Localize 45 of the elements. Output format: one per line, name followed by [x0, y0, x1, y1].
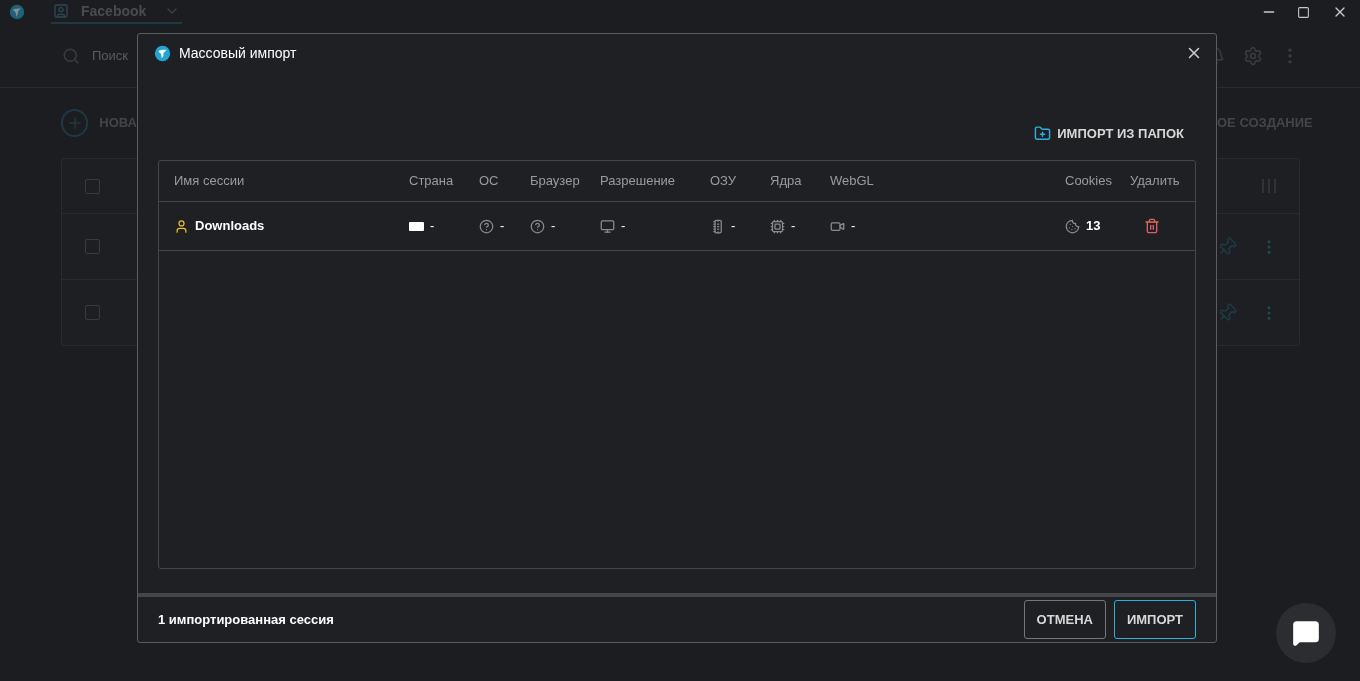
column-header: WebGL — [830, 172, 875, 191]
maximize-icon[interactable] — [1297, 5, 1310, 19]
import-button[interactable]: ИМПОРТ — [1113, 600, 1196, 639]
question-icon — [479, 218, 494, 234]
dialog-title: Массовый импорт — [179, 43, 297, 63]
table-cell-text: - — [791, 217, 796, 236]
table-cell-text: - — [430, 217, 435, 236]
table-cell-text: - — [551, 217, 556, 236]
column-header: ОЗУ — [710, 172, 738, 191]
cpu-icon — [770, 218, 785, 234]
trash-icon[interactable] — [1144, 218, 1160, 234]
monitor-icon — [600, 218, 615, 234]
cookie-icon — [1065, 218, 1080, 234]
column-header: Имя сессии — [174, 172, 246, 191]
column-header: Страна — [409, 172, 455, 191]
table-cell-text: - — [500, 217, 505, 236]
summary-text: 1 импортированная сессия — [158, 610, 334, 629]
column-header: Cookies — [1065, 172, 1113, 191]
session-name: Downloads — [195, 217, 265, 236]
memory-icon — [710, 218, 725, 234]
search-icon — [62, 46, 80, 65]
settings-icon[interactable] — [1243, 45, 1263, 66]
cancel-button[interactable]: ОТМЕНА — [1023, 600, 1106, 639]
logo-icon — [154, 44, 171, 62]
search-field[interactable]: Поиск — [92, 45, 129, 66]
checkbox[interactable] — [85, 239, 100, 254]
column-header: ОС — [479, 172, 500, 191]
checkbox[interactable] — [85, 178, 100, 194]
import-from-folders-button[interactable]: ИМПОРТ ИЗ ПАПОК — [1034, 121, 1184, 145]
column-header: Удалить — [1130, 172, 1181, 191]
table-cell-text: - — [851, 217, 856, 236]
table-cell-text: 13 — [1086, 217, 1101, 236]
person-icon — [174, 217, 189, 235]
table-cell-text: - — [731, 217, 736, 236]
folder-plus-icon — [1034, 124, 1052, 142]
column-header: Браузер — [530, 172, 581, 191]
table-cell-text: - — [621, 217, 626, 236]
column-header: Ядра — [770, 172, 803, 191]
chat-icon — [1292, 619, 1320, 647]
profile-icon — [53, 3, 69, 19]
flag-icon — [409, 221, 424, 231]
question-icon — [530, 218, 545, 234]
checkbox[interactable] — [85, 305, 100, 320]
column-header: Разрешение — [600, 172, 677, 191]
logo-icon — [9, 4, 25, 20]
